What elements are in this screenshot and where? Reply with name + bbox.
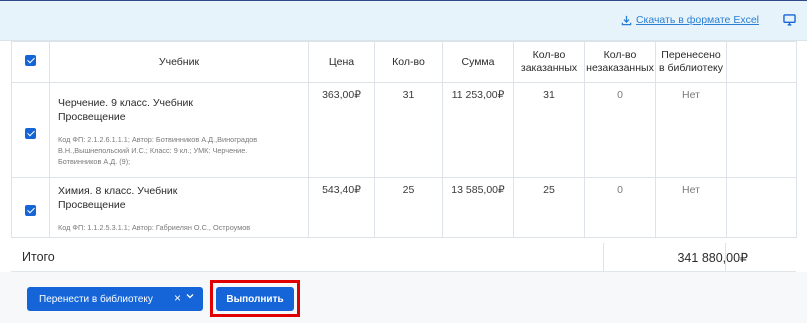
download-icon: [621, 15, 632, 25]
textbook-meta-line1: Код ФП: 2.1.2.6.1.1.1; Автор: Ботвиннико…: [58, 134, 258, 144]
action-select-label: Перенести в библиотеку: [39, 293, 153, 305]
textbook-cell: Черчение. 9 класс. Учебник Просвещение К…: [49, 82, 309, 178]
chevron-down-icon[interactable]: [186, 292, 194, 300]
totals-row: Итого 341 880,00₽: [11, 243, 796, 272]
ordered-cell: 25: [513, 177, 585, 238]
select-all-checkbox[interactable]: [25, 54, 36, 66]
select-all-cell: [11, 41, 50, 83]
textbook-cell: Химия. 8 класс. Учебник Просвещение Код …: [49, 177, 309, 238]
row-select-cell: [11, 177, 50, 238]
header-not-ordered-line2: незаказанных: [586, 62, 654, 74]
action-footer: Перенести в библиотеку × Выполнить: [0, 272, 807, 323]
run-button[interactable]: Выполнить: [216, 287, 294, 311]
ordered-cell: 31: [513, 82, 585, 178]
textbook-title-line2: Просвещение: [58, 199, 126, 211]
textbook-meta: Код ФП: 1.1.2.5.3.1.1; Автор: Габриелян …: [58, 222, 300, 233]
qty-cell: 31: [374, 82, 443, 178]
header-sum[interactable]: Сумма: [442, 41, 514, 83]
textbook-meta-line2: В.Н.,Вышнепольский И.С.; Класс: 9 кл.; У…: [58, 145, 248, 155]
textbook-meta: Код ФП: 2.1.2.6.1.1.1; Автор: Ботвиннико…: [58, 134, 300, 167]
download-excel-label: Скачать в формате Excel: [635, 14, 759, 26]
textbook-title-line1: Химия. 8 класс. Учебник: [58, 185, 178, 197]
price-cell: 543,40₽: [308, 177, 375, 238]
header-textbook[interactable]: Учебник: [49, 41, 309, 83]
extra-cell: [726, 82, 797, 178]
row-checkbox[interactable]: [25, 205, 36, 216]
not-ordered-cell: 0: [584, 82, 656, 178]
textbook-title: Черчение. 9 класс. Учебник Просвещение: [58, 96, 300, 124]
download-excel-link[interactable]: Скачать в формате Excel: [621, 14, 759, 26]
not-ordered-cell: 0: [584, 177, 656, 238]
table-header-row: Учебник Цена Кол-во Сумма Кол-во заказан…: [11, 41, 797, 83]
price-cell: 363,00₽: [308, 82, 375, 178]
textbook-meta-line3: Ботвинников А.Д. (9);: [58, 156, 131, 166]
textbooks-table: Учебник Цена Кол-во Сумма Кол-во заказан…: [11, 41, 797, 238]
textbook-title-line2: Просвещение: [58, 110, 126, 123]
totals-label: Итого: [22, 250, 55, 264]
header-not-ordered[interactable]: Кол-во незаказанных: [584, 41, 656, 83]
textbook-title-line1: Черчение. 9 класс. Учебник: [58, 96, 193, 109]
moved-cell: Нет: [655, 82, 727, 178]
header-moved-line1: Перенесено: [661, 49, 721, 61]
sum-cell: 11 253,00₽: [442, 82, 514, 178]
qty-cell: 25: [374, 177, 443, 238]
header-ordered-line1: Кол-во: [532, 49, 566, 61]
totals-sum: 341 880,00₽: [677, 251, 748, 265]
extra-cell: [726, 177, 797, 238]
table-row[interactable]: Черчение. 9 класс. Учебник Просвещение К…: [11, 82, 797, 178]
table-toolbar: Скачать в формате Excel: [0, 0, 807, 41]
row-select-cell: [11, 82, 50, 178]
header-qty[interactable]: Кол-во: [374, 41, 443, 83]
textbook-meta-line1: Код ФП: 1.1.2.5.3.1.1; Автор: Габриелян …: [58, 223, 251, 232]
header-moved[interactable]: Перенесено в библиотеку: [655, 41, 727, 83]
order-panel: Скачать в формате Excel Учебник Цена Кол…: [0, 0, 807, 323]
monitor-icon[interactable]: [783, 14, 796, 26]
header-not-ordered-line1: Кол-во: [603, 49, 637, 61]
header-extra: [726, 41, 797, 83]
table-row[interactable]: Химия. 8 класс. Учебник Просвещение Код …: [11, 177, 797, 238]
row-checkbox[interactable]: [25, 127, 36, 139]
action-select[interactable]: Перенести в библиотеку ×: [27, 287, 203, 311]
header-price[interactable]: Цена: [308, 41, 375, 83]
header-moved-line2: в библиотеку: [658, 62, 723, 74]
moved-cell: Нет: [655, 177, 727, 238]
header-ordered-line2: заказанных: [520, 62, 578, 74]
header-ordered[interactable]: Кол-во заказанных: [513, 41, 585, 83]
sum-cell: 13 585,00₽: [442, 177, 514, 238]
totals-divider: [603, 243, 604, 271]
clear-icon[interactable]: ×: [174, 291, 181, 305]
textbook-title: Химия. 8 класс. Учебник Просвещение: [58, 184, 300, 212]
